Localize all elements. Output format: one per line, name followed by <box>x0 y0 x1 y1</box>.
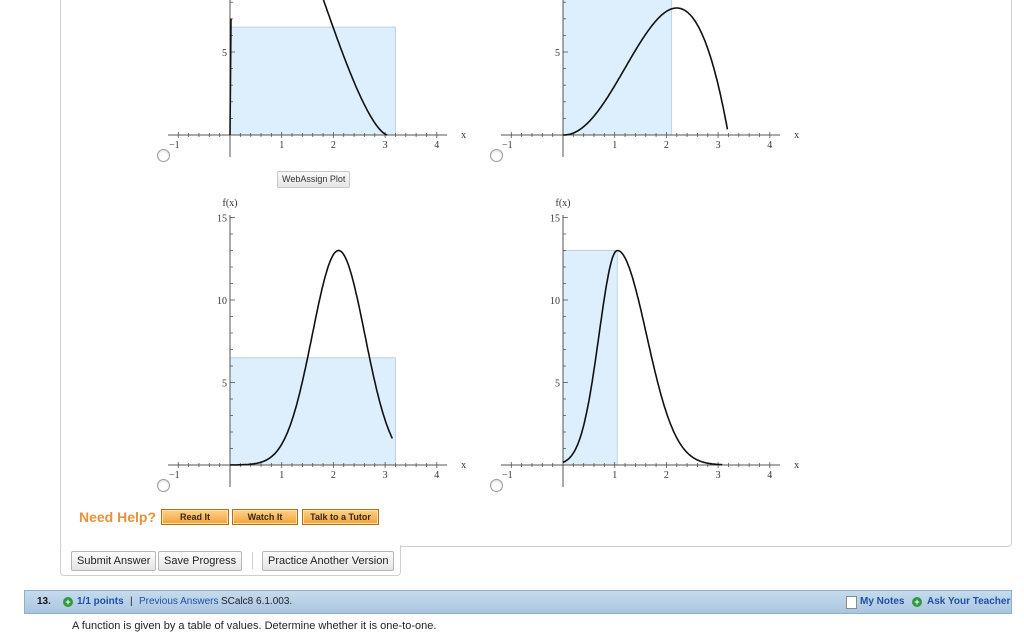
submit-answer-button[interactable]: Submit Answer <box>71 551 157 571</box>
radio-option-3[interactable] <box>157 479 170 492</box>
x-tick-label: 3 <box>383 140 388 151</box>
x-tick-label: 3 <box>716 140 721 151</box>
y-tick-label: 5 <box>222 379 227 390</box>
practice-another-version-button[interactable]: Practice Another Version <box>262 551 395 571</box>
plots-area: −1 1 2 3 4 x 5 −1 1 2 3 4 x 5 −1 1 2 3 4 x 5 10 15 f(x) −1 1 2 3 4 x 5… <box>167 0 799 487</box>
y-axis-label: f(x) <box>556 198 571 209</box>
y-tick-label: 5 <box>222 48 227 59</box>
previous-answers-link[interactable]: Previous Answers <box>139 591 218 613</box>
y-tick-label: 15 <box>550 214 560 225</box>
x-tick-label: 2 <box>664 470 669 481</box>
x-tick-label: 4 <box>767 140 772 151</box>
x-axis-label: x <box>461 130 466 141</box>
x-tick-label: −1 <box>502 140 513 151</box>
x-tick-label: −1 <box>169 140 180 151</box>
y-tick-label: 5 <box>555 379 560 390</box>
watch-it-button[interactable]: Watch It <box>232 509 298 525</box>
x-tick-label: −1 <box>502 470 513 481</box>
radio-option-1[interactable] <box>157 149 170 162</box>
x-tick-label: 3 <box>383 470 388 481</box>
x-tick-label: 1 <box>279 140 284 151</box>
ask-your-teacher-link[interactable]: Ask Your Teacher <box>927 591 1010 613</box>
question-header-bar: 13. + 1/1 points | Previous Answers SCal… <box>24 590 1012 614</box>
x-axis-label: x <box>794 460 799 471</box>
note-icon <box>846 596 857 609</box>
x-tick-label: 4 <box>434 470 439 481</box>
y-tick-label: 10 <box>217 296 227 307</box>
question-source: SCalc8 6.1.003. <box>221 596 293 607</box>
x-tick-label: 1 <box>612 140 617 151</box>
question-prompt: A function is given by a table of values… <box>72 620 437 632</box>
radio-option-4[interactable] <box>490 479 503 492</box>
riemann-rect <box>229 357 396 466</box>
x-tick-label: 1 <box>612 470 617 481</box>
points-link[interactable]: 1/1 points <box>77 591 124 613</box>
x-tick-label: −1 <box>169 470 180 481</box>
plus-icon: + <box>912 597 922 607</box>
x-axis-label: x <box>461 460 466 471</box>
divider <box>252 552 253 569</box>
x-tick-label: 3 <box>716 470 721 481</box>
x-tick-label: 2 <box>331 470 336 481</box>
x-axis-label: x <box>794 130 799 141</box>
save-progress-button[interactable]: Save Progress <box>158 551 243 571</box>
plus-icon: + <box>63 597 73 607</box>
y-tick-label: 10 <box>550 296 560 307</box>
y-axis-label: f(x) <box>223 198 238 209</box>
y-tick-label: 15 <box>217 214 227 225</box>
radio-option-2[interactable] <box>490 149 503 162</box>
need-help-label: Need Help? <box>79 509 157 525</box>
y-tick-label: 5 <box>555 48 560 59</box>
x-tick-label: 2 <box>664 140 669 151</box>
riemann-rect <box>562 0 673 136</box>
webassign-plot-label[interactable]: WebAssign Plot <box>277 171 351 188</box>
read-it-button[interactable]: Read It <box>161 509 229 525</box>
x-tick-label: 2 <box>331 140 336 151</box>
riemann-rect <box>229 26 396 136</box>
riemann-rect <box>562 250 618 466</box>
x-tick-label: 1 <box>279 470 284 481</box>
my-notes-link[interactable]: My Notes <box>860 591 904 613</box>
question-number: 13. <box>37 596 51 607</box>
x-tick-label: 4 <box>767 470 772 481</box>
talk-to-tutor-button[interactable]: Talk to a Tutor <box>302 509 379 525</box>
x-tick-label: 4 <box>434 140 439 151</box>
points-separator: | <box>130 596 133 607</box>
